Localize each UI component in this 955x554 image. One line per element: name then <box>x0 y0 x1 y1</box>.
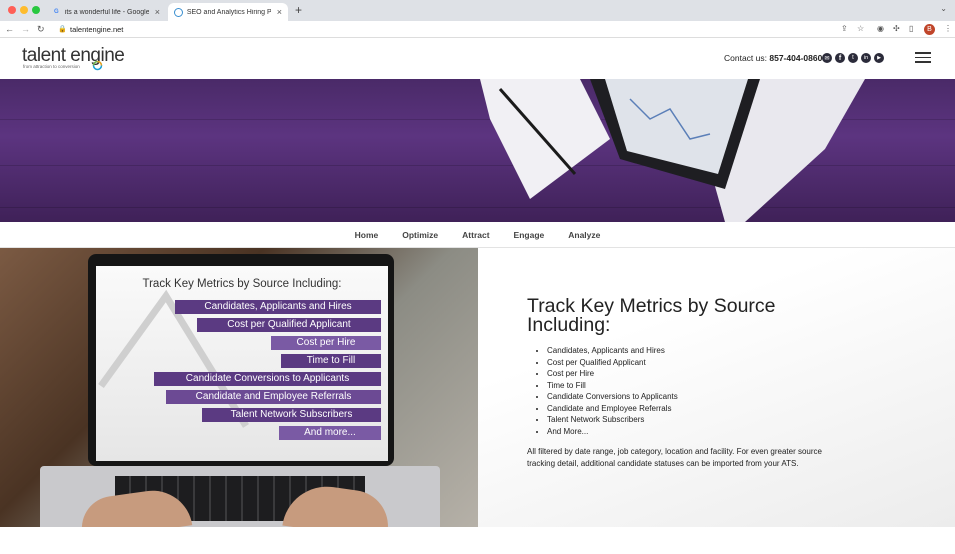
puzzle-extensions-icon[interactable]: ✣ <box>893 24 900 33</box>
list-item: Time to Fill <box>547 380 678 392</box>
description-paragraph: All filtered by date range, job category… <box>527 447 822 468</box>
share-icon[interactable]: ⇪ <box>841 24 848 33</box>
linkedin-icon[interactable]: in <box>861 53 871 63</box>
nav-home[interactable]: Home <box>355 230 379 240</box>
close-tab-icon[interactable]: × <box>277 7 282 17</box>
minimize-window-button[interactable] <box>20 6 28 14</box>
list-item: And More... <box>547 426 678 438</box>
site-header: talent engine from attraction to convers… <box>0 38 955 79</box>
browser-tab-strip: G its a wonderful life - Google Se × SEO… <box>0 0 955 21</box>
bookmark-star-icon[interactable]: ☆ <box>857 24 864 33</box>
nav-attract[interactable]: Attract <box>462 230 489 240</box>
close-window-button[interactable] <box>8 6 16 14</box>
logo-tagline: from attraction to conversion <box>23 64 80 69</box>
hero-desk-illustration <box>480 79 865 222</box>
nav-analyze[interactable]: Analyze <box>568 230 600 240</box>
list-item: Cost per Hire <box>547 368 678 380</box>
lock-icon: 🔒 <box>58 26 67 33</box>
sidebar-icon[interactable]: ▯ <box>909 24 913 33</box>
youtube-icon[interactable]: ▶ <box>874 53 884 63</box>
nav-optimize[interactable]: Optimize <box>402 230 438 240</box>
list-item: Cost per Qualified Applicant <box>547 357 678 369</box>
forward-icon[interactable]: → <box>21 24 30 34</box>
menu-kebab-icon[interactable]: ⋮ <box>944 24 952 33</box>
zoom-window-button[interactable] <box>32 6 40 14</box>
slide-bar: Candidate Conversions to Applicants <box>154 372 381 386</box>
address-bar-row: ← → ↻ 🔒 talentengine.net ⇪ ☆ ◉ ✣ ▯ B ⋮ <box>0 21 955 38</box>
browser-tab-talentengine[interactable]: SEO and Analytics Hiring Platfo × <box>168 3 288 21</box>
nav-engage[interactable]: Engage <box>514 230 545 240</box>
talentengine-favicon <box>174 7 183 17</box>
slide-bar: Cost per Hire <box>271 336 381 350</box>
email-icon[interactable]: ✉ <box>822 53 832 63</box>
facebook-icon[interactable]: f <box>835 53 845 63</box>
slide-bar: Candidates, Applicants and Hires <box>175 300 381 314</box>
laptop-photo: Track Key Metrics by Source Including: C… <box>0 248 478 527</box>
profile-avatar[interactable]: B <box>924 24 935 35</box>
social-icons: ✉ f t in ▶ <box>822 53 884 63</box>
close-tab-icon[interactable]: × <box>155 7 160 17</box>
metrics-content: Track Key Metrics by Source Including: C… <box>478 248 955 527</box>
slide-title: Track Key Metrics by Source Including: <box>142 278 342 290</box>
twitter-icon[interactable]: t <box>848 53 858 63</box>
section-nav: Home Optimize Attract Engage Analyze <box>0 222 955 248</box>
google-icon: G <box>54 9 59 15</box>
slide-bar: And more... <box>279 426 381 440</box>
extension-icon[interactable]: ◉ <box>877 24 884 33</box>
logo-swirl-icon <box>92 60 103 71</box>
laptop-screen: Track Key Metrics by Source Including: C… <box>96 266 388 461</box>
list-item: Candidates, Applicants and Hires <box>547 345 678 357</box>
reload-icon[interactable]: ↻ <box>37 24 45 35</box>
metrics-list: Candidates, Applicants and Hires Cost pe… <box>547 345 678 437</box>
tab-search-chevron-icon[interactable]: ⌄ <box>940 4 947 13</box>
section-heading: Track Key Metrics by Source Including: <box>527 295 776 336</box>
slide-bar: Talent Network Subscribers <box>202 408 381 422</box>
contact-info: Contact us: 857-404-0860 <box>724 53 823 63</box>
list-item: Talent Network Subscribers <box>547 414 678 426</box>
url-field[interactable]: talentengine.net <box>70 25 123 34</box>
phone-number[interactable]: 857-404-0860 <box>769 53 822 63</box>
list-item: Candidate and Employee Referrals <box>547 403 678 415</box>
list-item: Candidate Conversions to Applicants <box>547 391 678 403</box>
page-bottom <box>0 527 955 554</box>
hamburger-menu-icon[interactable] <box>915 52 931 63</box>
slide-bar: Candidate and Employee Referrals <box>166 390 381 404</box>
slide-bar: Time to Fill <box>281 354 381 368</box>
slide-bar: Cost per Qualified Applicant <box>197 318 381 332</box>
back-icon[interactable]: ← <box>5 24 14 34</box>
hero-banner <box>0 79 955 222</box>
browser-tab-google[interactable]: G its a wonderful life - Google Se × <box>46 3 166 21</box>
new-tab-button[interactable]: + <box>295 3 302 17</box>
